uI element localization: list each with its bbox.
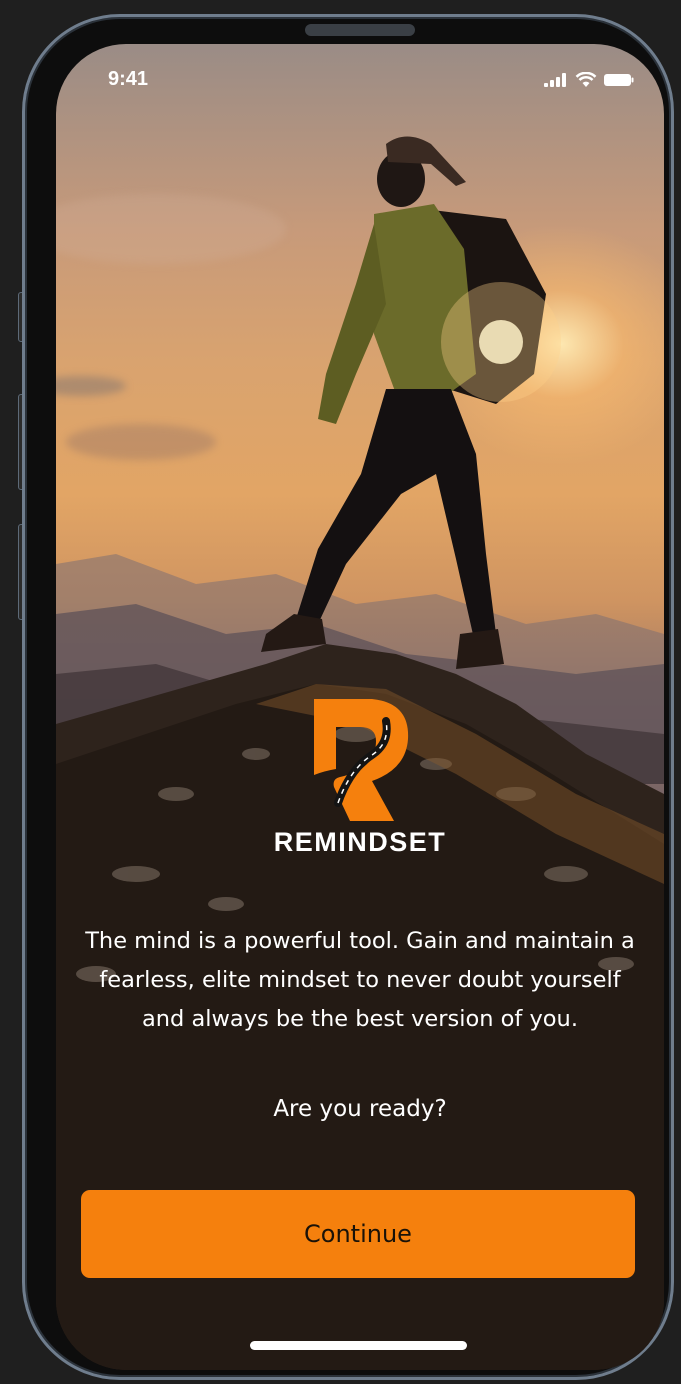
brand-logo: REMINDSET	[56, 699, 664, 858]
hiker-silhouette	[261, 136, 561, 669]
home-indicator[interactable]	[250, 1341, 467, 1350]
status-time: 9:41	[108, 68, 149, 90]
continue-button[interactable]: Continue	[81, 1190, 635, 1278]
earpiece-speaker	[305, 24, 415, 36]
remindset-r-logo	[314, 699, 409, 821]
brand-name: REMINDSET	[273, 827, 447, 857]
battery-icon	[604, 74, 634, 86]
status-icons	[544, 72, 634, 88]
tagline-text: The mind is a powerful tool. Gain and ma…	[85, 928, 635, 1032]
cellular-signal-icon	[544, 73, 566, 87]
onboarding-screen: 9:41 REMINDSET The mind is a powerful to…	[56, 44, 664, 1370]
ready-question: Are you ready?	[273, 1096, 447, 1122]
app-mockup: 9:41 REMINDSET The mind is a powerful to…	[0, 0, 681, 1384]
wifi-icon	[575, 72, 597, 87]
